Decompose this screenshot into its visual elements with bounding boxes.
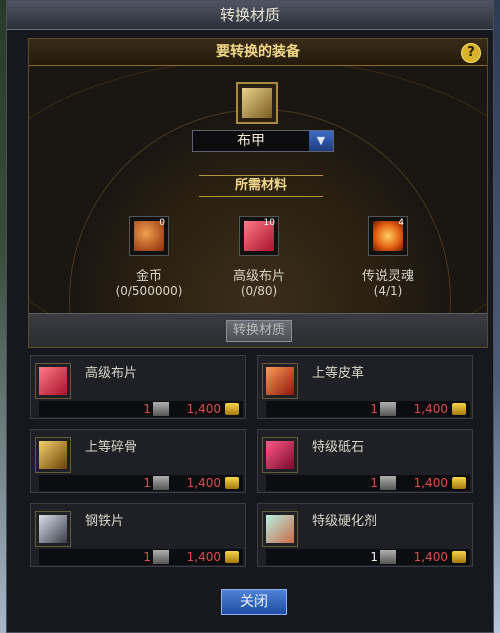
equipment-type-value: 布甲 xyxy=(237,133,265,149)
recipe-item[interactable]: 高级布片 1 1,400 xyxy=(30,355,246,419)
gold-icon xyxy=(452,477,466,489)
equipment-panel: 要转换的装备 ? 布甲 ▼ 所需材料 0 金币 (0/500000) 10 高级… xyxy=(28,38,488,348)
gold-ore-icon[interactable]: 0 xyxy=(129,216,169,256)
recipe-count: 1 xyxy=(143,476,151,490)
window-title: 转换材质 xyxy=(7,1,493,30)
recipe-item[interactable]: 钢铁片 1 1,400 xyxy=(30,503,246,567)
recipe-count: 1 xyxy=(143,402,151,416)
recipe-cost-bar: 1 1,400 xyxy=(266,549,470,565)
recipe-cost-bar: 1 1,400 xyxy=(39,401,243,417)
material-mini-icon xyxy=(380,402,396,416)
recipe-cost: 1,400 xyxy=(186,476,221,490)
recipe-name: 高级布片 xyxy=(85,366,138,381)
recipe-cost-bar: 1 1,400 xyxy=(266,475,470,491)
material-quantity: (4/1) xyxy=(373,284,403,298)
recipe-cost-bar: 1 1,400 xyxy=(39,475,243,491)
equipment-icon xyxy=(242,88,272,118)
equipment-type-select[interactable]: 布甲 ▼ xyxy=(192,130,334,152)
gold-icon xyxy=(452,551,466,563)
material-name: 高级布片 xyxy=(232,269,285,284)
material-mini-icon xyxy=(153,476,169,490)
chevron-down-icon[interactable]: ▼ xyxy=(309,131,333,151)
material-name: 金币 xyxy=(135,269,162,284)
material-quantity: (0/500000) xyxy=(115,284,183,298)
recipe-cost-bar: 1 1,400 xyxy=(39,549,243,565)
material-mini-icon xyxy=(153,402,169,416)
gold-icon xyxy=(225,477,239,489)
recipe-name: 上等碎骨 xyxy=(85,440,138,455)
material-item: 0 金币 (0/500000) xyxy=(89,216,209,311)
convert-material-window: 转换材质 要转换的装备 ? 布甲 ▼ 所需材料 0 金币 (0/500000) … xyxy=(6,0,494,633)
recipe-count: 1 xyxy=(370,550,378,564)
gold-icon xyxy=(225,403,239,415)
needed-materials-label: 所需材料 xyxy=(199,175,323,197)
material-item: 4 传说灵魂 (4/1) xyxy=(328,216,448,311)
convert-button[interactable]: 转换材质 xyxy=(226,320,292,342)
recipe-item[interactable]: 特级硬化剂 1 1,400 xyxy=(257,503,473,567)
recipe-cost-bar: 1 1,400 xyxy=(266,401,470,417)
recipe-cost: 1,400 xyxy=(413,550,448,564)
recipe-cost: 1,400 xyxy=(413,476,448,490)
recipe-count: 1 xyxy=(370,476,378,490)
whetstone-icon xyxy=(262,437,298,473)
material-mini-icon xyxy=(380,476,396,490)
material-name: 传说灵魂 xyxy=(361,269,414,284)
recipe-name: 特级硬化剂 xyxy=(312,514,378,529)
recipe-name: 钢铁片 xyxy=(85,514,125,529)
convert-bar: 转换材质 xyxy=(29,313,487,347)
material-mini-icon xyxy=(153,550,169,564)
close-button[interactable]: 关闭 xyxy=(221,589,287,615)
help-icon[interactable]: ? xyxy=(461,43,481,63)
leather-icon xyxy=(262,363,298,399)
cloth-icon xyxy=(35,363,71,399)
cloth-icon[interactable]: 10 xyxy=(239,216,279,256)
material-item: 10 高级布片 (0/80) xyxy=(199,216,319,311)
recipe-cost: 1,400 xyxy=(186,550,221,564)
recipe-name: 特级砥石 xyxy=(312,440,365,455)
recipe-item[interactable]: 上等碎骨 1 1,400 xyxy=(30,429,246,493)
recipe-item[interactable]: 特级砥石 1 1,400 xyxy=(257,429,473,493)
material-quantity: (0/80) xyxy=(240,284,278,298)
steel-icon xyxy=(35,511,71,547)
equipment-slot[interactable] xyxy=(236,82,278,124)
recipe-count: 1 xyxy=(370,402,378,416)
recipe-count: 1 xyxy=(143,550,151,564)
soul-icon[interactable]: 4 xyxy=(368,216,408,256)
equipment-header: 要转换的装备 xyxy=(29,39,487,66)
hardener-icon xyxy=(262,511,298,547)
gold-icon xyxy=(452,403,466,415)
recipe-cost: 1,400 xyxy=(186,402,221,416)
recipe-name: 上等皮革 xyxy=(312,366,365,381)
recipe-cost: 1,400 xyxy=(413,402,448,416)
recipe-item[interactable]: 上等皮革 1 1,400 xyxy=(257,355,473,419)
gold-icon xyxy=(225,551,239,563)
material-mini-icon xyxy=(380,550,396,564)
bone-icon xyxy=(35,437,71,473)
